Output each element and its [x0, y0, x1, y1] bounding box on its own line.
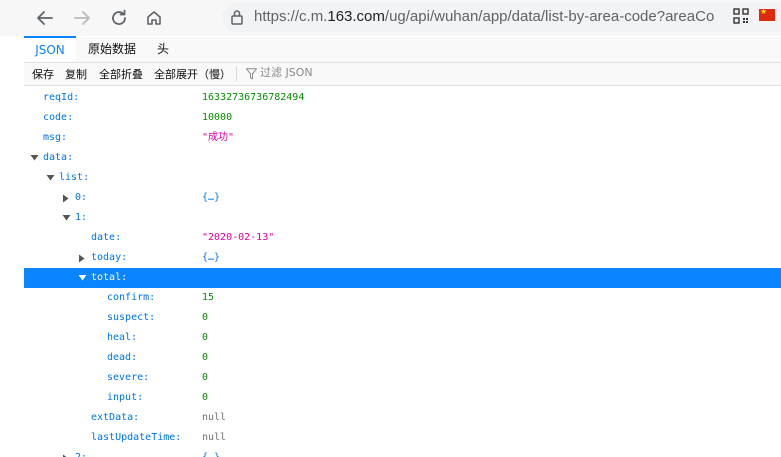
- filter-icon: [246, 68, 257, 80]
- lock-icon: [231, 10, 243, 25]
- json-key: confirm:: [107, 292, 156, 303]
- json-value[interactable]: {…}: [202, 448, 220, 457]
- tree-row[interactable]: code: 10000: [24, 108, 781, 128]
- json-key: lastUpdateTime:: [91, 432, 182, 443]
- url-host: 163.com: [327, 8, 385, 25]
- json-value: 15: [202, 292, 215, 303]
- collapse-triangle-icon[interactable]: [61, 188, 71, 208]
- collapse-triangle-icon[interactable]: [77, 248, 87, 268]
- json-value[interactable]: {…}: [202, 188, 220, 208]
- json-value: 0: [202, 332, 209, 343]
- json-key: code:: [43, 112, 74, 123]
- filter-json-input[interactable]: [260, 66, 460, 79]
- tree-row[interactable]: date: "2020-02-13": [24, 228, 781, 248]
- tree-row[interactable]: severe: 0: [24, 368, 781, 388]
- viewer-tabs: JSON 原始数据 头: [24, 36, 781, 63]
- json-value: 0: [202, 352, 209, 363]
- arrow-right-icon: [74, 11, 90, 25]
- forward-button[interactable]: [68, 4, 96, 32]
- tree-row[interactable]: extData: null: [24, 408, 781, 428]
- tab-headers[interactable]: 头: [148, 37, 178, 61]
- home-button[interactable]: [140, 4, 168, 32]
- tree-row[interactable]: 0: {…}: [24, 188, 781, 208]
- tree-row[interactable]: today: {…}: [24, 248, 781, 268]
- json-key: input:: [107, 392, 144, 403]
- json-key: total:: [91, 272, 128, 283]
- json-key: msg:: [43, 132, 68, 143]
- copy-button[interactable]: 复制: [65, 66, 87, 82]
- expand-triangle-icon[interactable]: [77, 268, 87, 288]
- tree-row[interactable]: msg: "成功": [24, 128, 781, 148]
- china-flag-icon[interactable]: ★: [759, 7, 775, 21]
- json-tree: reqId: 16332736736782494 code: 10000 msg: "成功…: [24, 88, 781, 457]
- json-key: extData:: [91, 412, 140, 423]
- json-key: dead:: [107, 352, 138, 363]
- tree-row[interactable]: total:: [24, 268, 781, 288]
- json-value[interactable]: {…}: [202, 248, 220, 268]
- json-key: list:: [59, 172, 90, 183]
- json-value: 10000: [202, 112, 233, 123]
- tree-row[interactable]: input: 0: [24, 388, 781, 408]
- json-value: 0: [202, 312, 209, 323]
- home-icon: [147, 11, 161, 25]
- tree-row[interactable]: heal: 0: [24, 328, 781, 348]
- viewer-toolbar: 保存 复制 全部折叠 全部展开（慢）: [24, 63, 781, 86]
- tree-row[interactable]: lastUpdateTime: null: [24, 428, 781, 448]
- toolbar-divider: [236, 67, 237, 81]
- url-prefix: https://c.m.: [254, 8, 328, 25]
- reload-button[interactable]: [105, 4, 133, 32]
- json-key: today:: [91, 252, 128, 263]
- expand-triangle-icon[interactable]: [29, 148, 39, 168]
- reload-icon: [112, 9, 126, 25]
- tree-row[interactable]: 2: {…}: [24, 448, 781, 457]
- url-path: /ug/api/wuhan/app/data/list-by-area-code…: [384, 8, 715, 25]
- expand-triangle-icon[interactable]: [61, 208, 71, 228]
- json-key: data:: [43, 152, 74, 163]
- save-button[interactable]: 保存: [32, 66, 54, 82]
- expand-triangle-icon[interactable]: [45, 168, 55, 188]
- tree-row[interactable]: list:: [24, 168, 781, 188]
- json-key: heal:: [107, 332, 138, 343]
- json-key: reqId:: [43, 92, 80, 103]
- address-bar[interactable]: https://c.m.163.com/ug/api/wuhan/app/dat…: [222, 3, 781, 32]
- json-value: null: [202, 432, 227, 443]
- tree-row[interactable]: suspect: 0: [24, 308, 781, 328]
- tree-row[interactable]: 1:: [24, 208, 781, 228]
- json-value: null: [202, 412, 227, 423]
- json-value: 16332736736782494: [202, 92, 305, 103]
- tree-row[interactable]: dead: 0: [24, 348, 781, 368]
- browser-toolbar: https://c.m.163.com/ug/api/wuhan/app/dat…: [0, 0, 781, 36]
- back-button[interactable]: [31, 4, 59, 32]
- json-key: 1:: [75, 212, 88, 223]
- tree-row[interactable]: reqId: 16332736736782494: [24, 88, 781, 108]
- json-key: 0:: [75, 192, 88, 203]
- json-key: date:: [91, 232, 122, 243]
- json-value: 0: [202, 372, 209, 383]
- browser-window: https://c.m.163.com/ug/api/wuhan/app/dat…: [0, 0, 781, 457]
- json-key: severe:: [107, 372, 150, 383]
- collapse-triangle-icon[interactable]: [61, 448, 71, 457]
- collapse-all-button[interactable]: 全部折叠: [99, 66, 143, 82]
- json-key: suspect:: [107, 312, 156, 323]
- url-text: https://c.m.163.com/ug/api/wuhan/app/dat…: [254, 8, 714, 25]
- json-value: 0: [202, 392, 209, 403]
- tree-row[interactable]: data:: [24, 148, 781, 168]
- expand-all-button[interactable]: 全部展开（慢）: [154, 66, 231, 82]
- json-value: "成功": [202, 132, 235, 143]
- tab-raw-data[interactable]: 原始数据: [82, 37, 142, 61]
- tree-row[interactable]: confirm: 15: [24, 288, 781, 308]
- tab-json[interactable]: JSON: [24, 36, 76, 62]
- qr-code-icon[interactable]: [733, 8, 749, 24]
- json-key: 2:: [75, 448, 87, 457]
- arrow-left-icon: [37, 11, 53, 25]
- json-value: "2020-02-13": [202, 232, 275, 243]
